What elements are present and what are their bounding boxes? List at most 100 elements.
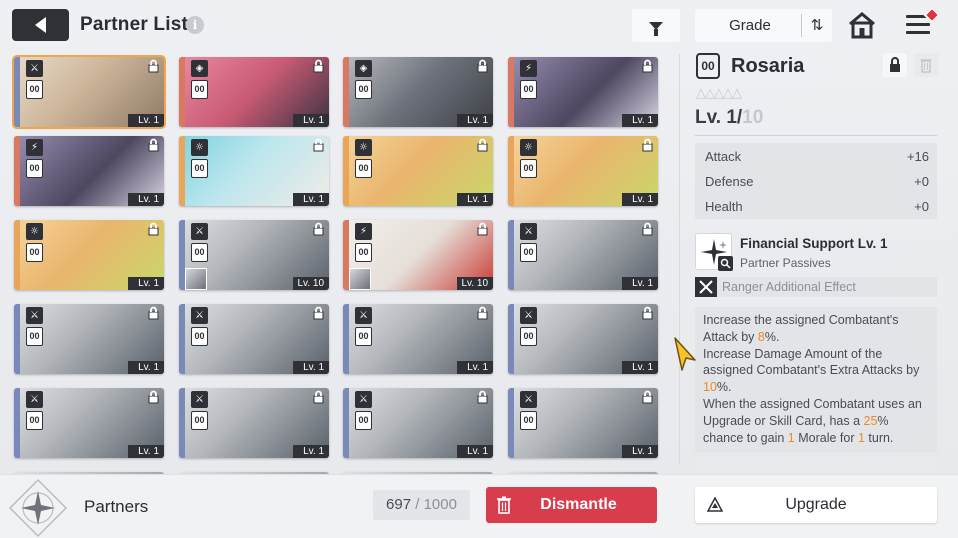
rank-badge: 00 bbox=[191, 159, 208, 178]
lock-icon[interactable] bbox=[312, 59, 325, 73]
dismantle-button[interactable]: Dismantle bbox=[486, 487, 657, 523]
level-tag: Lv. 1 bbox=[622, 361, 658, 374]
lock-icon[interactable] bbox=[476, 306, 489, 320]
grade-stripe bbox=[508, 304, 514, 374]
grade-stripe bbox=[343, 304, 349, 374]
partner-card[interactable]: ⚔ 00 Lv. 1 bbox=[508, 304, 658, 374]
partner-card[interactable]: ⚔ 00 Lv. 1 bbox=[508, 388, 658, 458]
lock-icon[interactable] bbox=[641, 306, 654, 320]
level-max: 10 bbox=[742, 107, 764, 128]
partner-card[interactable]: ⚔ 00 Lv. 1 bbox=[14, 388, 164, 458]
lock-icon[interactable] bbox=[147, 390, 160, 404]
lock-icon[interactable] bbox=[312, 222, 325, 236]
assigned-combatant-avatar bbox=[185, 268, 207, 290]
filter-button[interactable] bbox=[632, 9, 680, 42]
partner-card[interactable]: ⚡ 00 Lv. 1 bbox=[14, 136, 164, 206]
upgrade-button[interactable]: Upgrade bbox=[695, 487, 937, 523]
top-bar: Partner List i Grade ⇅ bbox=[0, 0, 958, 50]
rank-badge: 00 bbox=[355, 243, 372, 262]
partner-card[interactable]: ⚡ 00 Lv. 1 bbox=[508, 57, 658, 127]
info-icon[interactable]: i bbox=[186, 16, 204, 34]
lock-button[interactable] bbox=[883, 53, 907, 77]
sort-toggle-icon[interactable]: ⇅ bbox=[807, 15, 827, 35]
delete-button[interactable] bbox=[914, 53, 938, 77]
level-tag: Lv. 1 bbox=[622, 277, 658, 290]
striker-type-icon: ⚡ bbox=[26, 139, 43, 156]
desc-value: 1 bbox=[857, 430, 865, 445]
lock-icon[interactable] bbox=[641, 59, 654, 73]
pointer-cursor-icon bbox=[674, 337, 696, 371]
partner-card[interactable]: ⚡ 00 Lv. 10 bbox=[343, 220, 493, 290]
lock-icon[interactable] bbox=[641, 390, 654, 404]
desc-value: 10 bbox=[703, 380, 717, 395]
home-icon[interactable] bbox=[847, 11, 877, 39]
lock-icon[interactable] bbox=[641, 222, 654, 236]
partner-card[interactable]: ☼ 00 Lv. 1 bbox=[179, 136, 329, 206]
lock-icon[interactable] bbox=[147, 59, 160, 73]
partner-card[interactable]: ◈ 00 Lv. 1 bbox=[343, 57, 493, 127]
lock-icon[interactable] bbox=[641, 138, 654, 152]
lock-icon[interactable] bbox=[147, 222, 160, 236]
skill-type: Partner Passives bbox=[740, 256, 831, 270]
count-max: 1000 bbox=[423, 496, 457, 513]
lock-icon[interactable] bbox=[147, 306, 160, 320]
partner-card[interactable]: ☼ 00 Lv. 1 bbox=[14, 220, 164, 290]
desc-text: Increase Damage Amount of the assigned C… bbox=[703, 346, 920, 378]
magnifier-icon[interactable] bbox=[718, 256, 733, 271]
lock-icon[interactable] bbox=[312, 390, 325, 404]
lock-icon[interactable] bbox=[476, 138, 489, 152]
ranger-effect-label: Ranger Additional Effect bbox=[722, 280, 856, 294]
lock-icon[interactable] bbox=[476, 59, 489, 73]
filter-icon bbox=[649, 21, 663, 36]
ranger-type-icon: ⚔ bbox=[520, 223, 537, 240]
lock-icon[interactable] bbox=[476, 390, 489, 404]
crossed-swords-icon bbox=[695, 277, 717, 297]
desc-value: 1 bbox=[787, 430, 795, 445]
partner-card[interactable]: ☼ 00 Lv. 1 bbox=[508, 136, 658, 206]
level-tag: Lv. 1 bbox=[457, 361, 493, 374]
rank-badge: 00 bbox=[26, 80, 43, 99]
lock-icon[interactable] bbox=[312, 306, 325, 320]
lock-icon[interactable] bbox=[147, 138, 160, 152]
rank-badge: 00 bbox=[26, 327, 43, 346]
partner-card[interactable]: ☼ 00 Lv. 1 bbox=[343, 136, 493, 206]
star-rating: △△△△△ bbox=[696, 86, 742, 101]
sort-label: Grade bbox=[729, 17, 771, 34]
rank-badge: 00 bbox=[26, 159, 43, 178]
sort-grade-button[interactable]: Grade ⇅ bbox=[695, 9, 832, 42]
assigned-combatant-avatar bbox=[349, 268, 371, 290]
desc-value: 25 bbox=[863, 413, 878, 428]
sun-type-icon: ☼ bbox=[520, 139, 537, 156]
partner-card[interactable]: ⚔ 00 Lv. 1 bbox=[12, 55, 166, 129]
partner-card[interactable]: ⚔ 00 Lv. 1 bbox=[179, 388, 329, 458]
level-divider bbox=[695, 135, 937, 136]
dismantle-label: Dismantle bbox=[540, 496, 617, 513]
partners-label: Partners bbox=[84, 497, 149, 516]
partner-card[interactable]: ⚔ 00 Lv. 1 bbox=[508, 220, 658, 290]
support-type-icon: ◈ bbox=[355, 60, 372, 77]
grade-stripe bbox=[179, 388, 185, 458]
grade-stripe bbox=[343, 57, 349, 127]
rank-badge: 00 bbox=[191, 327, 208, 346]
partner-card[interactable]: ⚔ 00 Lv. 1 bbox=[179, 304, 329, 374]
striker-type-icon: ⚡ bbox=[520, 60, 537, 77]
support-type-icon: ◈ bbox=[191, 60, 208, 77]
partner-card[interactable]: ⚔ 00 Lv. 1 bbox=[343, 304, 493, 374]
desc-text: %. bbox=[764, 329, 780, 344]
next-skill-row-peek bbox=[695, 457, 937, 471]
ranger-type-icon: ⚔ bbox=[26, 307, 43, 324]
ranger-type-icon: ⚔ bbox=[191, 307, 208, 324]
lock-icon[interactable] bbox=[476, 222, 489, 236]
sun-type-icon: ☼ bbox=[191, 139, 208, 156]
trash-icon bbox=[920, 59, 932, 73]
partner-card[interactable]: ⚔ 00 Lv. 1 bbox=[343, 388, 493, 458]
stat-value: +0 bbox=[914, 174, 929, 189]
partner-card[interactable]: ⚔ 00 Lv. 1 bbox=[14, 304, 164, 374]
partner-card[interactable]: ⚔ 00 Lv. 10 bbox=[179, 220, 329, 290]
back-button[interactable] bbox=[12, 9, 69, 41]
grade-stripe bbox=[179, 136, 185, 206]
partner-card[interactable]: ◈ 00 Lv. 1 bbox=[179, 57, 329, 127]
lock-icon[interactable] bbox=[312, 138, 325, 152]
skill-name: Financial Support Lv. 1 bbox=[740, 236, 888, 251]
rank-badge: 00 bbox=[520, 327, 537, 346]
